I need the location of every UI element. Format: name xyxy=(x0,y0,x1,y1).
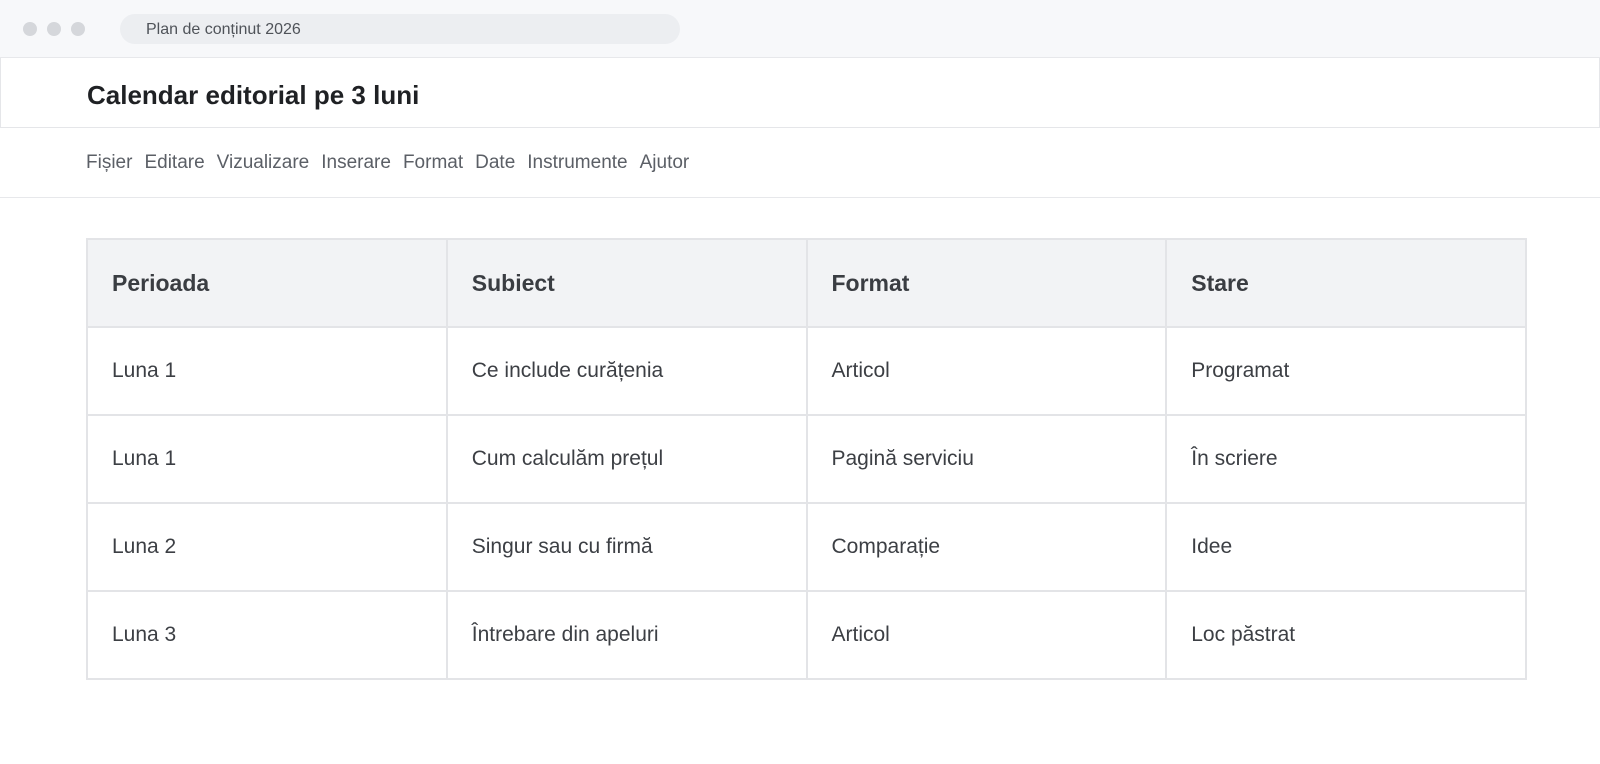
document-header: Calendar editorial pe 3 luni xyxy=(0,58,1600,128)
column-header-period[interactable]: Perioada xyxy=(86,238,448,328)
table-cell[interactable]: Ce include curățenia xyxy=(445,326,808,416)
table-cell[interactable]: Cum calculăm prețul xyxy=(445,414,808,504)
menu-item-view[interactable]: Vizualizare xyxy=(217,151,310,175)
menu-item-tools[interactable]: Instrumente xyxy=(527,151,627,175)
window-maximize-dot-icon[interactable] xyxy=(71,22,85,36)
table-cell[interactable]: Comparație xyxy=(805,502,1168,592)
table-cell[interactable]: Programat xyxy=(1165,326,1527,416)
table-cell[interactable]: În scriere xyxy=(1165,414,1527,504)
menu-bar: Fișier Editare Vizualizare Inserare Form… xyxy=(0,128,1600,198)
table-cell[interactable]: Pagină serviciu xyxy=(805,414,1168,504)
table-header-row: Perioada Subiect Format Stare xyxy=(86,238,1527,328)
column-header-format[interactable]: Format xyxy=(805,238,1168,328)
column-header-status[interactable]: Stare xyxy=(1165,238,1527,328)
menu-item-data[interactable]: Date xyxy=(475,151,515,175)
column-header-subject[interactable]: Subiect xyxy=(445,238,808,328)
table-cell[interactable]: Articol xyxy=(805,590,1168,680)
table-cell[interactable]: Singur sau cu firmă xyxy=(445,502,808,592)
menu-item-help[interactable]: Ajutor xyxy=(640,151,690,175)
table-row: Luna 3 Întrebare din apeluri Articol Loc… xyxy=(86,590,1527,680)
editorial-table-container: Perioada Subiect Format Stare Luna 1 Ce … xyxy=(86,238,1527,680)
table-row: Luna 1 Cum calculăm prețul Pagină servic… xyxy=(86,414,1527,504)
table-cell[interactable]: Idee xyxy=(1165,502,1527,592)
table-cell[interactable]: Luna 1 xyxy=(86,326,448,416)
menu-item-format[interactable]: Format xyxy=(403,151,463,175)
table-cell[interactable]: Loc păstrat xyxy=(1165,590,1527,680)
table-cell[interactable]: Întrebare din apeluri xyxy=(445,590,808,680)
table-cell[interactable]: Articol xyxy=(805,326,1168,416)
table-cell[interactable]: Luna 3 xyxy=(86,590,448,680)
table-row: Luna 1 Ce include curățenia Articol Prog… xyxy=(86,326,1527,416)
window-minimize-dot-icon[interactable] xyxy=(47,22,61,36)
page-title: Calendar editorial pe 3 luni xyxy=(87,80,420,110)
table-cell[interactable]: Luna 1 xyxy=(86,414,448,504)
window-close-dot-icon[interactable] xyxy=(23,22,37,36)
editorial-table: Perioada Subiect Format Stare Luna 1 Ce … xyxy=(86,238,1527,680)
table-row: Luna 2 Singur sau cu firmă Comparație Id… xyxy=(86,502,1527,592)
table-cell[interactable]: Luna 2 xyxy=(86,502,448,592)
browser-chrome: Plan de conținut 2026 xyxy=(0,0,1600,58)
menu-item-insert[interactable]: Inserare xyxy=(321,151,391,175)
address-bar[interactable]: Plan de conținut 2026 xyxy=(120,14,680,44)
menu-item-edit[interactable]: Editare xyxy=(144,151,204,175)
menu-item-file[interactable]: Fișier xyxy=(86,151,132,175)
